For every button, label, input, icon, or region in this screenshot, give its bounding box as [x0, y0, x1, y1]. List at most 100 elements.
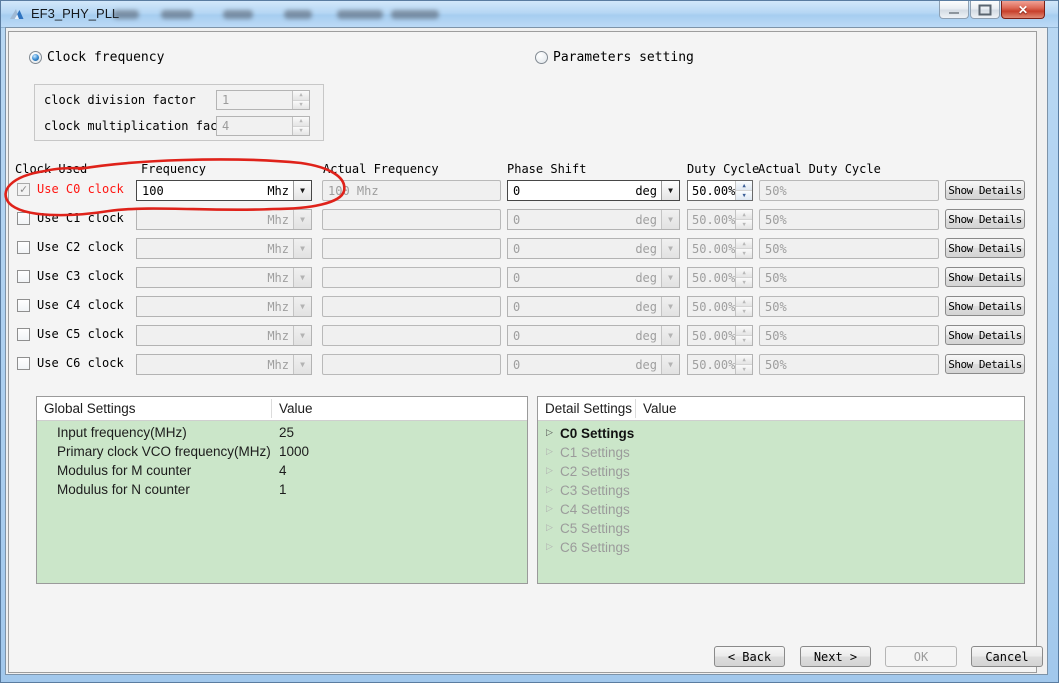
chevron-down-icon: ▼	[293, 355, 311, 374]
frequency-combo: Mhz▼	[136, 325, 312, 346]
global-settings-row: Input frequency(MHz)25	[37, 424, 527, 443]
dialog-window: EF3_PHY_PLL — ✕ Clock frequency Paramete…	[0, 0, 1059, 683]
phase-shift-value: 0	[508, 271, 635, 285]
use-clock-checkbox[interactable]	[17, 212, 30, 225]
phase-shift-value: 0	[508, 213, 635, 227]
spinner-arrows-icon[interactable]: ▲▼	[735, 181, 752, 200]
chevron-down-icon[interactable]: ▼	[293, 181, 311, 200]
actual-frequency-field: 100 Mhz	[322, 180, 501, 201]
radio-parameters-setting[interactable]	[535, 51, 548, 64]
use-clock-checkbox[interactable]	[17, 270, 30, 283]
chevron-down-icon: ▼	[293, 268, 311, 287]
phase-shift-value: 0	[508, 329, 635, 343]
next-button[interactable]: Next >	[800, 646, 871, 667]
clock-row: Use C4 clockMhz▼0deg▼50.00%▲▼50%Show Det…	[1, 296, 1059, 318]
detail-settings-item: ▷C5 Settings	[538, 520, 1024, 539]
clock-row: Use C6 clockMhz▼0deg▼50.00%▲▼50%Show Det…	[1, 354, 1059, 376]
phase-shift-unit: deg	[635, 300, 661, 314]
tree-expander-icon[interactable]: ▷	[546, 427, 553, 438]
duty-cycle-spinner: 50.00%▲▼	[687, 238, 753, 259]
show-details-button[interactable]: Show Details	[945, 267, 1025, 287]
global-settings-row: Primary clock VCO frequency(MHz)1000	[37, 443, 527, 462]
spinner-arrows-icon: ▲▼	[292, 91, 309, 109]
use-clock-label: Use C0 clock	[37, 182, 124, 196]
chevron-down-icon: ▼	[661, 355, 679, 374]
duty-cycle-value: 50.00%	[688, 184, 735, 198]
global-settings-value-header: Value	[279, 397, 313, 420]
phase-shift-combo: 0deg▼	[507, 325, 680, 346]
global-settings-title: Global Settings	[44, 397, 136, 420]
chevron-down-icon: ▼	[661, 268, 679, 287]
phase-shift-combo[interactable]: 0deg▼	[507, 180, 680, 201]
duty-cycle-spinner: 50.00%▲▼	[687, 209, 753, 230]
chevron-down-icon: ▼	[293, 326, 311, 345]
phase-shift-value: 0	[508, 300, 635, 314]
radio-clock-frequency[interactable]	[29, 51, 42, 64]
duty-cycle-spinner[interactable]: 50.00%▲▼	[687, 180, 753, 201]
phase-shift-unit: deg	[635, 329, 661, 343]
use-clock-checkbox[interactable]	[17, 299, 30, 312]
cancel-button[interactable]: Cancel	[971, 646, 1043, 667]
use-clock-label: Use C5 clock	[37, 327, 124, 341]
phase-shift-combo: 0deg▼	[507, 267, 680, 288]
radio-clock-frequency-label: Clock frequency	[47, 50, 164, 65]
header-actual-frequency: Actual Frequency	[323, 162, 439, 176]
duty-cycle-value: 50.00%	[688, 358, 735, 372]
header-duty-cycle: Duty Cycle	[687, 162, 759, 176]
ok-button: OK	[885, 646, 957, 667]
chevron-down-icon: ▼	[293, 297, 311, 316]
frequency-unit: Mhz	[267, 329, 293, 343]
detail-settings-item[interactable]: ▷C0 Settings	[538, 425, 1024, 444]
show-details-button[interactable]: Show Details	[945, 296, 1025, 316]
show-details-button[interactable]: Show Details	[945, 325, 1025, 345]
use-clock-checkbox[interactable]: ✓	[17, 183, 30, 196]
duty-cycle-spinner: 50.00%▲▼	[687, 296, 753, 317]
actual-frequency-field	[322, 267, 501, 288]
use-clock-checkbox[interactable]	[17, 328, 30, 341]
header-clock-used: Clock Used	[15, 162, 87, 176]
clock-row: Use C5 clockMhz▼0deg▼50.00%▲▼50%Show Det…	[1, 325, 1059, 347]
chevron-down-icon: ▼	[661, 326, 679, 345]
show-details-button[interactable]: Show Details	[945, 354, 1025, 374]
frequency-unit: Mhz	[267, 242, 293, 256]
detail-settings-item-label: C5 Settings	[560, 521, 630, 536]
chevron-down-icon: ▼	[293, 239, 311, 258]
radio-parameters-setting-label: Parameters setting	[553, 50, 694, 65]
multiplication-factor-value: 4	[217, 119, 292, 133]
clock-row: Use C1 clockMhz▼0deg▼50.00%▲▼50%Show Det…	[1, 209, 1059, 231]
use-clock-label: Use C2 clock	[37, 240, 124, 254]
duty-cycle-spinner: 50.00%▲▼	[687, 325, 753, 346]
chevron-down-icon[interactable]: ▼	[661, 181, 679, 200]
duty-cycle-spinner: 50.00%▲▼	[687, 354, 753, 375]
show-details-button[interactable]: Show Details	[945, 180, 1025, 200]
use-clock-label: Use C6 clock	[37, 356, 124, 370]
phase-shift-unit: deg	[635, 213, 661, 227]
header-phase-shift: Phase Shift	[507, 162, 586, 176]
phase-shift-value: 0	[508, 358, 635, 372]
spinner-arrows-icon: ▲▼	[735, 355, 752, 374]
show-details-button[interactable]: Show Details	[945, 238, 1025, 258]
phase-shift-combo: 0deg▼	[507, 238, 680, 259]
setting-name: Input frequency(MHz)	[57, 425, 187, 440]
show-details-button[interactable]: Show Details	[945, 209, 1025, 229]
chevron-down-icon: ▼	[293, 210, 311, 229]
frequency-unit: Mhz	[267, 358, 293, 372]
actual-duty-cycle-field: 50%	[759, 267, 939, 288]
use-clock-checkbox[interactable]	[17, 357, 30, 370]
back-button[interactable]: < Back	[714, 646, 785, 667]
spinner-arrows-icon: ▲▼	[735, 268, 752, 287]
actual-duty-cycle-field: 50%	[759, 209, 939, 230]
multiplication-factor-label: clock multiplication factor	[44, 119, 239, 133]
actual-frequency-field	[322, 325, 501, 346]
header-frequency: Frequency	[141, 162, 206, 176]
frequency-combo: Mhz▼	[136, 209, 312, 230]
tree-expander-icon: ▷	[546, 541, 553, 552]
division-factor-value: 1	[217, 93, 292, 107]
use-clock-checkbox[interactable]	[17, 241, 30, 254]
frequency-combo[interactable]: 100Mhz▼	[136, 180, 312, 201]
actual-duty-cycle-field: 50%	[759, 325, 939, 346]
chevron-down-icon: ▼	[661, 239, 679, 258]
frequency-combo: Mhz▼	[136, 296, 312, 317]
detail-settings-item: ▷C2 Settings	[538, 463, 1024, 482]
global-settings-row: Modulus for N counter1	[37, 481, 527, 500]
